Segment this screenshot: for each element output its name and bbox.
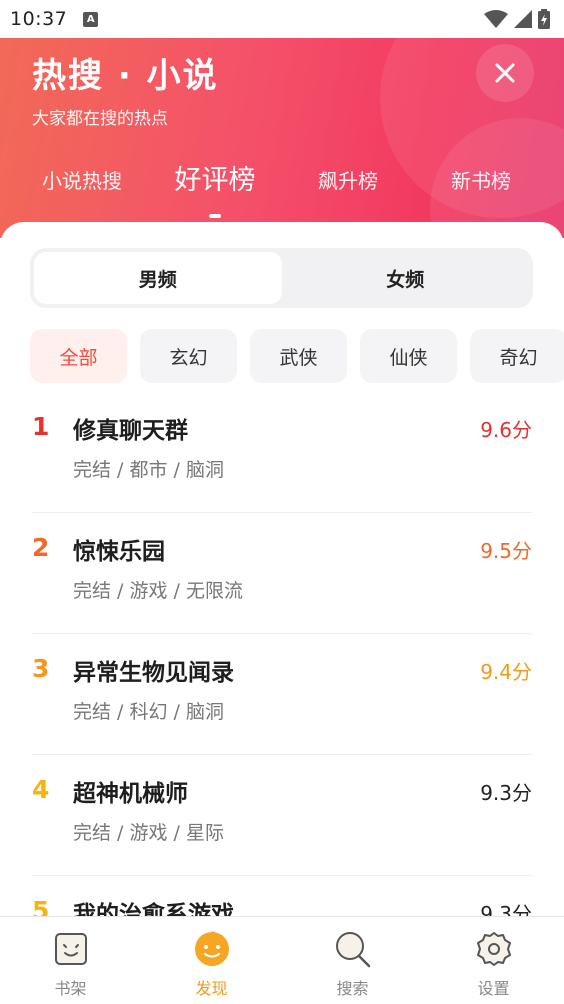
book-row[interactable]: 1 修真聊天群 完结 / 都市 / 脑洞 9.6分 [32,392,532,513]
nav-label: 搜索 [336,979,369,998]
bookshelf-icon [51,929,91,969]
nav-label: 发现 [195,979,228,998]
category-chip[interactable]: 玄幻 [140,329,237,383]
status-bar: 10:37 A [0,0,564,38]
nav-bookshelf[interactable]: 书架 [0,917,141,1004]
book-score: 9.6分 [480,418,532,442]
book-rank: 3 [32,654,50,683]
category-chip[interactable]: 奇幻 [470,329,564,383]
signal-icon [514,10,532,28]
tab-top-rated[interactable]: 好评榜 [155,158,275,204]
book-row[interactable]: 3 异常生物见闻录 完结 / 科幻 / 脑洞 9.4分 [32,634,532,755]
close-icon [495,63,515,83]
book-title: 超神机械师 [73,781,188,807]
nav-label: 书架 [54,979,87,998]
book-rank: 1 [32,412,50,441]
category-chip-all[interactable]: 全部 [30,329,127,383]
page-title: 热搜 · 小说 [32,56,219,96]
book-score: 9.5分 [480,539,532,563]
book-score: 9.4分 [480,660,532,684]
category-chips: 全部 玄幻 武侠 仙侠 奇幻 [30,329,564,383]
page-subtitle: 大家都在搜的热点 [32,109,168,129]
ranking-card: 男频 女频 全部 玄幻 武侠 仙侠 奇幻 1 修真聊天群 完结 / 都市 / 脑… [0,222,564,928]
notification-icon: A [83,11,99,27]
hot-search-header: 热搜 · 小说 大家都在搜的热点 小说热搜 好评榜 飙升榜 新书榜 [0,38,564,238]
book-list: 1 修真聊天群 完结 / 都市 / 脑洞 9.6分 2 惊悚乐园 完结 / 游戏… [0,392,564,997]
book-meta: 完结 / 科幻 / 脑洞 [73,701,224,723]
search-icon [333,929,373,969]
book-meta: 完结 / 都市 / 脑洞 [73,459,224,481]
active-tab-indicator [209,214,221,218]
book-row[interactable]: 2 惊悚乐园 完结 / 游戏 / 无限流 9.5分 [32,513,532,634]
book-rank: 2 [32,533,50,562]
book-row[interactable]: 4 超神机械师 完结 / 游戏 / 星际 9.3分 [32,755,532,876]
tab-rising[interactable]: 飙升榜 [288,158,408,204]
close-button[interactable] [476,44,534,102]
bottom-nav: 书架 发现 搜索 设置 [0,916,564,1004]
book-meta: 完结 / 游戏 / 星际 [73,822,224,844]
book-title: 惊悚乐园 [73,539,165,565]
gender-tab-female[interactable]: 女频 [282,252,530,304]
book-rank: 4 [32,775,50,804]
status-time: 10:37 [10,8,68,30]
nav-discover[interactable]: 发现 [141,917,282,1004]
book-meta: 完结 / 游戏 / 无限流 [73,580,243,602]
book-title: 异常生物见闻录 [73,660,234,686]
book-title: 修真聊天群 [73,418,188,444]
tab-hot-search[interactable]: 小说热搜 [22,158,142,204]
ranking-tabs: 小说热搜 好评榜 飙升榜 新书榜 [0,158,564,218]
wifi-icon [484,10,508,28]
nav-label: 设置 [477,979,510,998]
battery-icon [538,9,550,29]
category-chip[interactable]: 武侠 [250,329,347,383]
category-chip[interactable]: 仙侠 [360,329,457,383]
status-icons [484,9,550,29]
book-score: 9.3分 [480,781,532,805]
gender-tab-male[interactable]: 男频 [34,252,282,304]
settings-icon [474,929,514,969]
tab-new-books[interactable]: 新书榜 [421,158,541,204]
gender-segment: 男频 女频 [30,248,533,308]
discover-icon [192,929,232,969]
nav-search[interactable]: 搜索 [282,917,423,1004]
nav-settings[interactable]: 设置 [423,917,564,1004]
